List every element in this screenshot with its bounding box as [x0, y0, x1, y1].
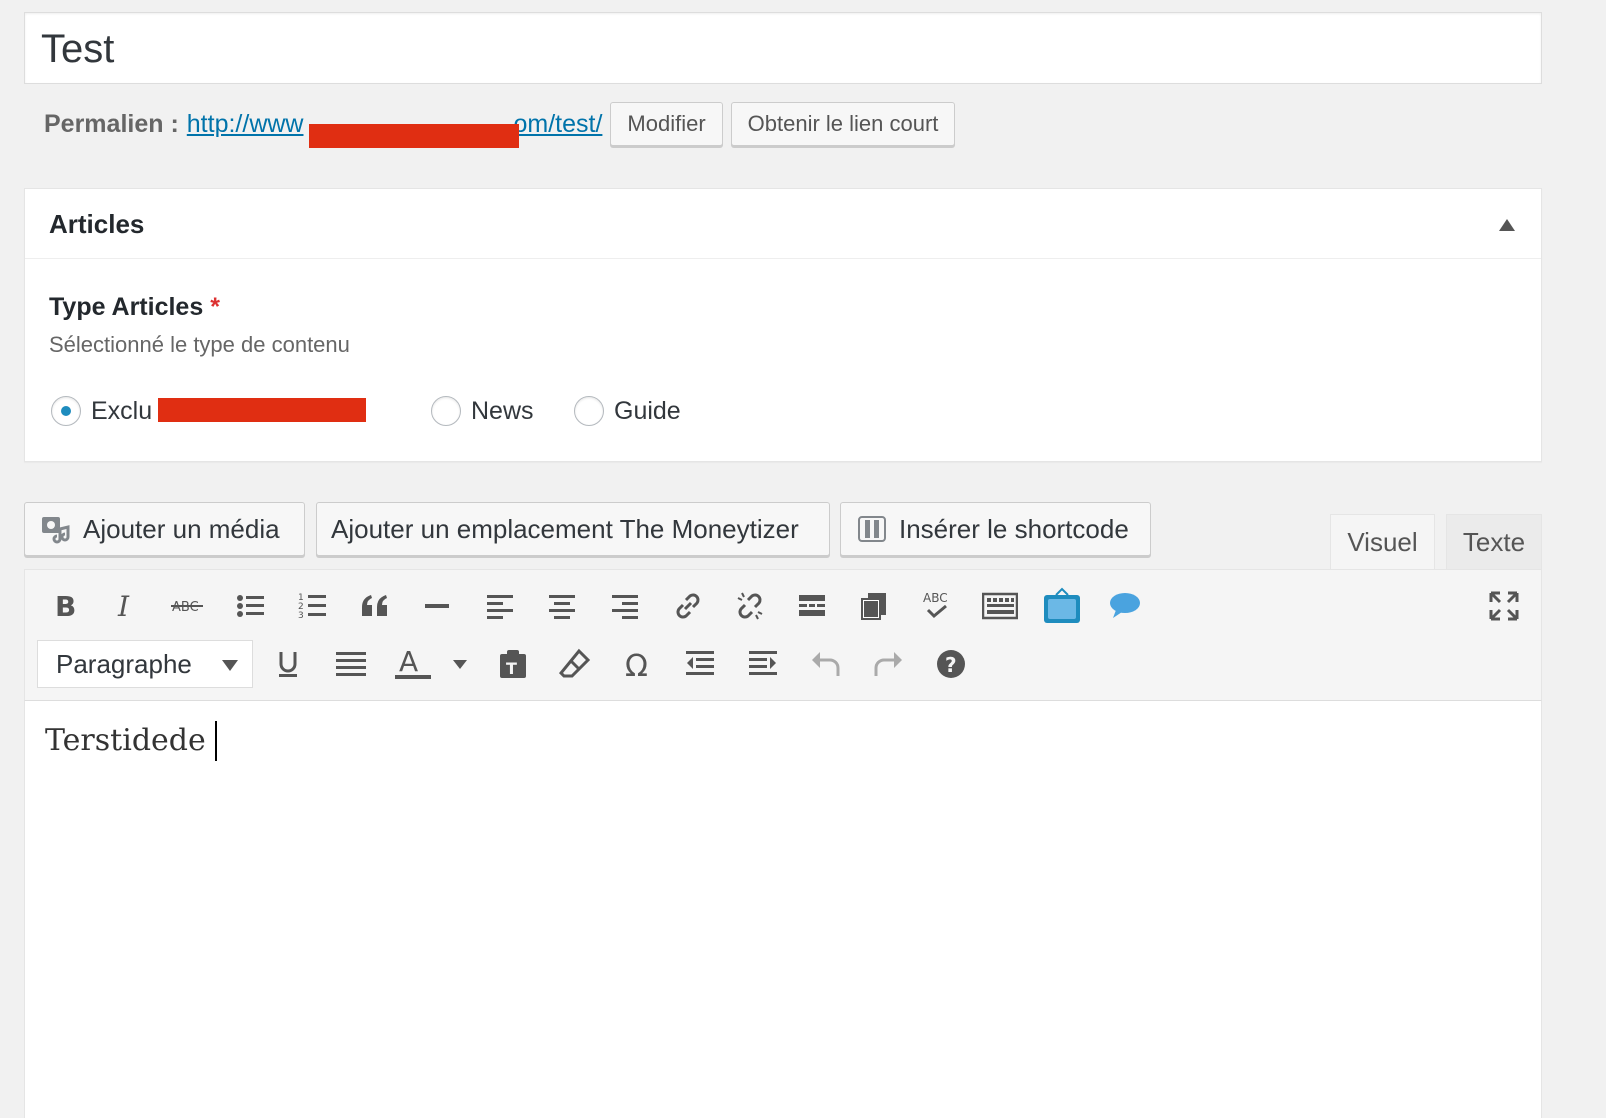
- svg-text:A: A: [399, 647, 418, 678]
- svg-text:I: I: [117, 592, 130, 620]
- fullscreen-icon[interactable]: [1480, 582, 1528, 630]
- redo-icon[interactable]: [864, 640, 912, 688]
- bold-icon[interactable]: B: [39, 582, 87, 630]
- justify-icon[interactable]: [327, 640, 375, 688]
- add-media-label: Ajouter un média: [83, 513, 280, 544]
- align-right-icon[interactable]: [601, 582, 649, 630]
- required-marker: *: [210, 293, 220, 321]
- svg-text:?: ?: [945, 653, 957, 677]
- post-title-text: Test: [41, 27, 115, 71]
- numbered-list-icon[interactable]: 123: [289, 582, 337, 630]
- read-more-icon[interactable]: [788, 582, 836, 630]
- field-label-text: Type Articles: [49, 293, 204, 321]
- redacted-label: [152, 398, 367, 424]
- editor-toolbar: B I ABC 123 ABC Paragraphe A T Ω ?: [24, 569, 1542, 701]
- format-select-value: Paragraphe: [56, 648, 192, 679]
- undo-icon[interactable]: [802, 640, 850, 688]
- strikethrough-icon[interactable]: ABC: [163, 582, 211, 630]
- align-center-icon[interactable]: [538, 582, 586, 630]
- text-color-icon[interactable]: A: [389, 640, 437, 688]
- svg-text:3: 3: [298, 611, 304, 621]
- permalink-row: Permalien : http://www om/test/ Modifier …: [44, 100, 963, 148]
- articles-metabox: Articles Type Articles * Sélectionné le …: [24, 188, 1542, 462]
- type-radio-group: Exclu News Guide: [49, 393, 749, 429]
- tv-icon[interactable]: [1038, 582, 1086, 630]
- post-title-input[interactable]: Test: [24, 12, 1542, 84]
- tab-text[interactable]: Texte: [1446, 514, 1542, 570]
- speech-bubble-icon[interactable]: [1101, 582, 1149, 630]
- copy-icon[interactable]: [850, 582, 898, 630]
- underline-icon[interactable]: [264, 640, 312, 688]
- bulleted-list-icon[interactable]: [227, 582, 275, 630]
- help-icon[interactable]: ?: [927, 640, 975, 688]
- svg-text:B: B: [55, 592, 76, 620]
- type-articles-label: Type Articles *: [49, 293, 220, 322]
- shortcode-icon: [855, 512, 889, 546]
- permalink-url-start: http://www: [186, 109, 304, 138]
- indent-icon[interactable]: [739, 640, 787, 688]
- blockquote-icon[interactable]: [351, 582, 399, 630]
- add-media-button[interactable]: Ajouter un média: [24, 502, 305, 556]
- text-color-dropdown-icon[interactable]: [443, 640, 477, 688]
- permalink-label: Permalien :: [44, 109, 179, 138]
- media-camera-icon: [39, 512, 73, 546]
- radio-label-guide: Guide: [614, 396, 681, 425]
- radio-unchecked[interactable]: [574, 396, 604, 426]
- svg-text:T: T: [506, 659, 517, 678]
- shortcode-label: Insérer le shortcode: [899, 513, 1129, 544]
- field-description: Sélectionné le type de contenu: [49, 332, 350, 357]
- radio-option-guide[interactable]: Guide: [574, 393, 681, 429]
- outdent-icon[interactable]: [676, 640, 724, 688]
- radio-option-news[interactable]: News: [431, 393, 534, 429]
- metabox-header[interactable]: Articles: [25, 189, 1541, 259]
- paste-text-icon[interactable]: T: [489, 640, 537, 688]
- toolbar-row-1: B I ABC 123 ABC: [25, 578, 1541, 634]
- special-character-icon[interactable]: Ω: [614, 640, 662, 688]
- unlink-icon[interactable]: [726, 582, 774, 630]
- horizontal-line-icon[interactable]: [413, 582, 461, 630]
- spellcheck-icon[interactable]: ABC: [913, 582, 961, 630]
- radio-checked[interactable]: [51, 396, 81, 426]
- chevron-down-icon: [222, 660, 238, 671]
- svg-text:ABC: ABC: [172, 600, 199, 615]
- edit-permalink-button[interactable]: Modifier: [610, 102, 723, 146]
- toolbar-row-2: Paragraphe A T Ω ?: [25, 636, 1541, 692]
- moneytizer-button[interactable]: Ajouter un emplacement The Moneytizer: [316, 502, 830, 556]
- italic-icon[interactable]: I: [101, 582, 149, 630]
- radio-unchecked[interactable]: [431, 396, 461, 426]
- text-cursor: [215, 721, 217, 761]
- redaction-block: [158, 398, 367, 422]
- clear-formatting-icon[interactable]: [551, 640, 599, 688]
- metabox-title: Articles: [49, 209, 145, 239]
- radio-label-news: News: [471, 396, 534, 425]
- format-select[interactable]: Paragraphe: [37, 640, 253, 688]
- moneytizer-label: Ajouter un emplacement The Moneytizer: [331, 513, 799, 544]
- tab-visual[interactable]: Visuel: [1330, 514, 1435, 570]
- insert-shortcode-button[interactable]: Insérer le shortcode: [840, 502, 1151, 556]
- svg-text:ABC: ABC: [923, 591, 948, 605]
- collapse-arrow-icon[interactable]: [1499, 219, 1515, 231]
- link-icon[interactable]: [664, 582, 712, 630]
- get-shortlink-button[interactable]: Obtenir le lien court: [730, 102, 956, 146]
- editor-text: Terstidede: [45, 723, 206, 758]
- svg-text:Ω: Ω: [625, 649, 648, 679]
- radio-option-exclu[interactable]: Exclu: [51, 393, 367, 429]
- keyboard-icon[interactable]: [976, 582, 1024, 630]
- radio-label-exclu: Exclu: [91, 396, 153, 425]
- redaction-block: [308, 123, 519, 148]
- permalink-url-end: om/test/: [513, 109, 603, 138]
- editor-content-area[interactable]: Terstidede: [24, 701, 1542, 1118]
- permalink-link[interactable]: http://www om/test/: [186, 109, 603, 148]
- align-left-icon[interactable]: [476, 582, 524, 630]
